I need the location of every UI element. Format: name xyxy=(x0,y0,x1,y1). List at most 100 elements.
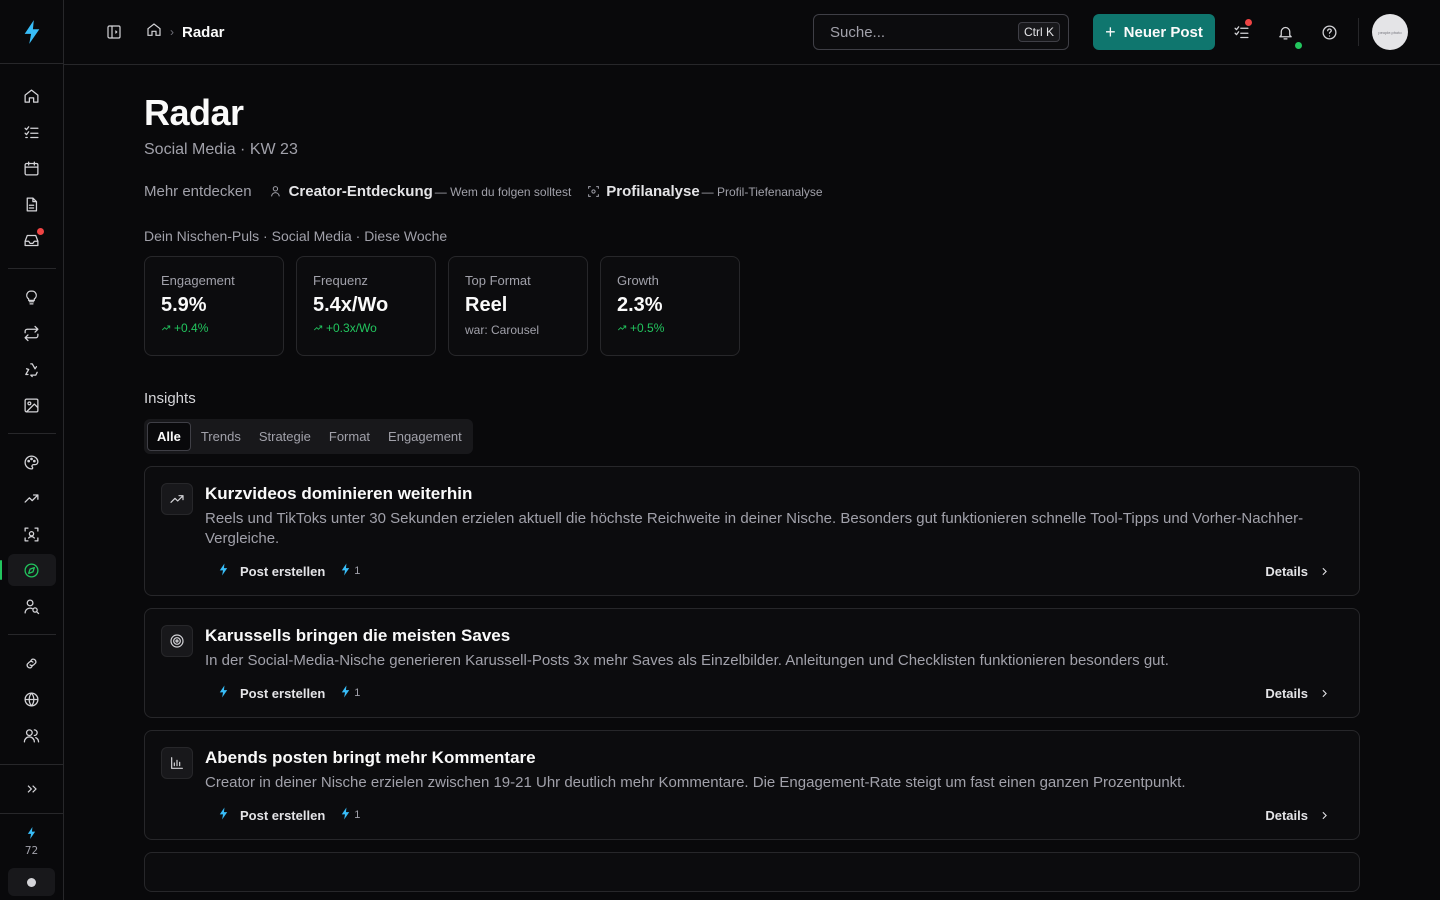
bolt-icon xyxy=(339,685,352,701)
insight-actions: Post erstellen 1 Details xyxy=(205,807,1343,823)
recycle-icon xyxy=(25,362,38,377)
bar-chart-icon xyxy=(161,747,193,779)
nav-group-main xyxy=(0,78,63,258)
topbar: › Radar Suche... Ctrl K + Neuer Post peo… xyxy=(64,0,1440,65)
details-label: Details xyxy=(1265,563,1308,579)
nav-calendar[interactable] xyxy=(8,152,56,184)
nav-ideas[interactable] xyxy=(8,281,56,313)
create-post-button[interactable]: Post erstellen 1 xyxy=(217,563,360,579)
globe-icon xyxy=(24,691,39,707)
profile-analysis-link[interactable]: Profilanalyse xyxy=(587,183,700,200)
user-search-icon xyxy=(24,598,40,614)
home-icon xyxy=(147,22,161,36)
insight-title: Karussells bringen die meisten Saves xyxy=(205,626,511,645)
breadcrumb-current: Radar xyxy=(182,23,225,41)
credit-cost-value: 1 xyxy=(354,565,361,577)
nav-team[interactable] xyxy=(8,719,56,751)
bell-icon xyxy=(1278,26,1292,40)
bolt-icon xyxy=(217,807,230,823)
trending-up-icon xyxy=(161,483,193,515)
insight-text: Reels und TikToks unter 30 Sekunden erzi… xyxy=(205,510,1304,547)
create-post-label: Post erstellen xyxy=(240,685,326,701)
details-label: Details xyxy=(1265,685,1308,701)
main-content: Radar Social Media · KW 23 Mehr entdecke… xyxy=(144,65,1360,892)
divider xyxy=(1358,18,1359,46)
tab-engagement[interactable]: Engagement xyxy=(380,422,470,451)
nav-group-settings xyxy=(0,624,63,753)
profile-analysis-desc: — Profil-Tiefenanalyse xyxy=(701,184,823,199)
stat-label: Top Format xyxy=(465,273,531,288)
bolt-logo-icon[interactable] xyxy=(0,0,63,64)
new-post-button[interactable]: + Neuer Post xyxy=(1093,14,1215,50)
nav-recycle[interactable] xyxy=(8,353,56,385)
nav-profile-analysis[interactable] xyxy=(8,518,56,550)
insight-title: Kurzvideos dominieren weiterhin xyxy=(205,484,473,503)
credit-cost-value: 1 xyxy=(354,687,361,699)
details-button[interactable]: Details xyxy=(1265,564,1331,579)
nav-inbox[interactable] xyxy=(8,224,56,256)
creator-discovery-link[interactable]: Creator-Entdeckung xyxy=(270,183,433,200)
tab-format[interactable]: Format xyxy=(321,422,378,451)
nav-media[interactable] xyxy=(8,389,56,421)
tasks-button[interactable] xyxy=(1230,19,1252,43)
stat-value: 5.9% xyxy=(161,294,207,316)
search-input[interactable]: Suche... Ctrl K xyxy=(813,14,1069,50)
breadcrumb-home[interactable] xyxy=(146,22,162,43)
tab-trends[interactable]: Trends xyxy=(193,422,249,451)
notification-badge xyxy=(36,228,44,235)
tab-all[interactable]: Alle xyxy=(147,422,191,451)
create-post-button[interactable]: Post erstellen 1 xyxy=(217,807,360,823)
create-post-button[interactable]: Post erstellen 1 xyxy=(217,685,360,701)
trending-up-icon xyxy=(313,325,323,331)
stat-label: Growth xyxy=(617,273,659,288)
divider xyxy=(7,268,56,269)
toggle-sidebar-button[interactable] xyxy=(104,22,124,42)
expand-sidebar-button[interactable] xyxy=(0,764,63,814)
discover-bar: Mehr entdecken Creator-Entdeckung — Wem … xyxy=(144,183,1360,200)
nav-analytics[interactable] xyxy=(8,482,56,514)
nav-web[interactable] xyxy=(8,683,56,715)
nav-home[interactable] xyxy=(8,80,56,112)
tab-strategy[interactable]: Strategie xyxy=(251,422,319,451)
stat-delta-value: +0.5% xyxy=(630,321,665,335)
create-post-label: Post erstellen xyxy=(240,807,326,823)
creator-discovery-title: Creator-Entdeckung xyxy=(288,183,433,200)
insight-text: Creator in deiner Nische erzielen zwisch… xyxy=(205,774,1186,791)
scan-icon xyxy=(588,186,600,197)
status-indicator[interactable] xyxy=(8,868,55,896)
nav-links[interactable] xyxy=(8,647,56,679)
bolt-icon xyxy=(27,826,36,839)
checklist-icon xyxy=(1233,25,1249,38)
users-icon xyxy=(23,728,40,743)
user-icon xyxy=(270,186,280,197)
stat-note: war: Carousel xyxy=(465,323,540,337)
stat-card-engagement: Engagement 5.9% +0.4% xyxy=(144,256,284,356)
nav-radar[interactable] xyxy=(0,554,56,586)
nav-brand[interactable] xyxy=(8,446,56,478)
avatar[interactable]: people.photo xyxy=(1372,14,1408,50)
details-button[interactable]: Details xyxy=(1265,808,1331,823)
credit-cost-value: 1 xyxy=(354,809,361,821)
nav-repurpose[interactable] xyxy=(8,317,56,349)
nav-creator-discovery[interactable] xyxy=(8,590,56,622)
details-button[interactable]: Details xyxy=(1265,686,1331,701)
stat-delta: +0.3x/Wo xyxy=(313,321,419,335)
home-icon xyxy=(24,88,39,103)
checklist-icon xyxy=(24,125,39,138)
profile-analysis-title: Profilanalyse xyxy=(606,183,700,200)
stats-row: Engagement 5.9% +0.4% Frequenz 5.4x/Wo +… xyxy=(144,256,1360,356)
nav-group-create xyxy=(0,258,63,423)
compass-icon xyxy=(24,562,39,578)
nav-documents[interactable] xyxy=(8,188,56,220)
create-post-label: Post erstellen xyxy=(240,563,326,579)
notifications-button[interactable] xyxy=(1274,21,1302,49)
panel-left-icon xyxy=(107,25,121,39)
stat-value: Reel xyxy=(465,294,508,316)
nav-tasks[interactable] xyxy=(8,116,56,148)
discover-label: Mehr entdecken xyxy=(144,183,252,200)
insight-cards: Kurzvideos dominieren weiterhin Reels un… xyxy=(144,466,1360,892)
pulse-label: Dein Nischen-Puls · Social Media · Diese… xyxy=(144,228,448,244)
chevrons-right-icon xyxy=(27,785,37,793)
credits-display[interactable]: 72 xyxy=(0,814,63,868)
help-button[interactable] xyxy=(1318,21,1340,43)
